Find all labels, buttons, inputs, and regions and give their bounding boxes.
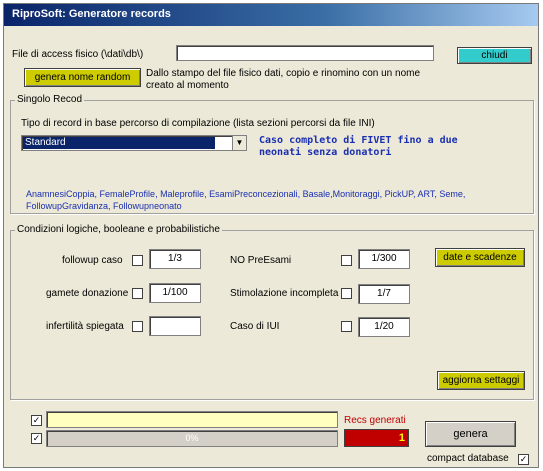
status-text-field (46, 411, 338, 428)
recs-generated-counter: 1 (344, 429, 409, 447)
iui-checkbox[interactable] (341, 321, 352, 332)
generator-window: RiproSoft: Generatore records File di ac… (3, 3, 539, 468)
compact-database-label: compact database (427, 453, 509, 464)
conditions-title: Condizioni logiche, booleane e probabili… (15, 224, 222, 235)
stimulation-label: Stimolazione incompleta (230, 288, 339, 299)
stimulation-input[interactable]: 1/7 (358, 284, 410, 304)
selected-type: Standard (23, 137, 215, 149)
record-type-label: Tipo di record in base percorso di compi… (21, 118, 375, 129)
window-title: RiproSoft: Generatore records (12, 8, 171, 20)
gamete-label: gamete donazione (46, 288, 129, 299)
record-type-select[interactable]: Standard ▼ (21, 135, 247, 151)
file-name-input[interactable] (176, 45, 434, 61)
iui-label: Caso di IUI (230, 321, 280, 332)
gamete-checkbox[interactable] (132, 288, 143, 299)
infertility-label: infertilità spiegata (46, 321, 124, 332)
sections-list: AnamnesiCoppia, FemaleProfile, Maleprofi… (26, 189, 466, 211)
followup-checkbox[interactable] (132, 255, 143, 266)
status-checkbox-1[interactable]: ✓ (31, 415, 42, 426)
update-settings-button[interactable]: aggiorna settaggi (437, 371, 525, 390)
progress-bar: 0% (46, 430, 338, 447)
compact-database-checkbox[interactable]: ✓ (518, 454, 529, 465)
recs-generated-label: Recs generati (344, 415, 406, 426)
case-description: Caso completo di FIVET fino a due neonat… (259, 135, 458, 158)
status-checkbox-2[interactable]: ✓ (31, 433, 42, 444)
progress-text: 0% (185, 433, 199, 443)
no-pre-exams-checkbox[interactable] (341, 255, 352, 266)
no-pre-exams-input[interactable]: 1/300 (358, 249, 410, 269)
followup-input[interactable]: 1/3 (149, 249, 201, 269)
chevron-down-icon[interactable]: ▼ (232, 136, 246, 150)
iui-input[interactable]: 1/20 (358, 317, 410, 337)
random-name-button[interactable]: genera nome random (24, 68, 141, 87)
no-pre-exams-label: NO PreEsami (230, 255, 292, 266)
generate-button[interactable]: genera (425, 421, 516, 447)
gamete-input[interactable]: 1/100 (149, 283, 201, 303)
followup-label: followup caso (62, 255, 123, 266)
title-bar: RiproSoft: Generatore records (4, 4, 538, 26)
infertility-input[interactable] (149, 316, 201, 336)
stimulation-checkbox[interactable] (341, 288, 352, 299)
close-button[interactable]: chiudi (457, 47, 532, 64)
file-label: File di access fisico (\dati\db\) (12, 49, 144, 60)
infertility-checkbox[interactable] (132, 321, 143, 332)
single-record-title: Singolo Recod (15, 94, 85, 105)
file-description: Dallo stampo del file fisico dati, copio… (146, 68, 421, 91)
dates-deadlines-button[interactable]: date e scadenze (435, 248, 525, 267)
